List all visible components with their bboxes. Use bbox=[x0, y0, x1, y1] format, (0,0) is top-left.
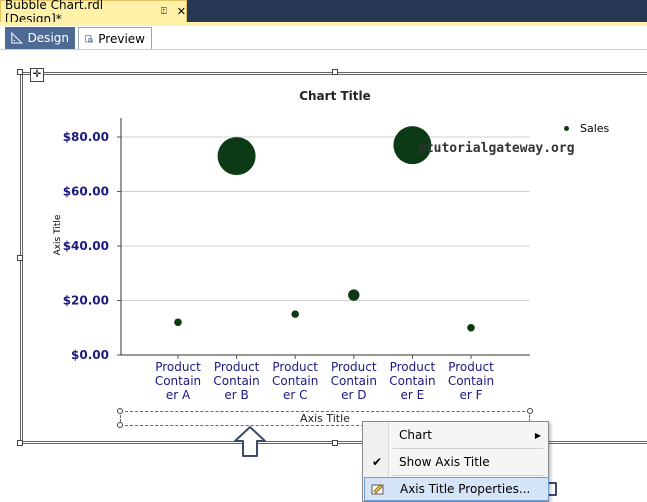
check-icon: ✔ bbox=[371, 455, 383, 469]
y-tick-label: $40.00 bbox=[63, 239, 109, 253]
properties-icon bbox=[370, 481, 386, 497]
data-point-bubble bbox=[291, 310, 300, 318]
watermark-text: @tutorialgateway.org bbox=[418, 141, 575, 156]
menu-item-axis-title-properties[interactable]: Axis Title Properties... bbox=[364, 477, 549, 501]
chart-legend[interactable]: Sales bbox=[564, 122, 609, 135]
resize-handle[interactable] bbox=[117, 408, 123, 414]
data-point-bubble bbox=[174, 318, 182, 327]
x-tick-label: Product Contain er F bbox=[448, 360, 494, 402]
x-tick-label: Product Contain er E bbox=[389, 360, 435, 402]
up-arrow-annotation-icon bbox=[234, 426, 266, 457]
data-point-bubble bbox=[348, 289, 360, 301]
context-menu: Chart ▶ ✔ Show Axis Title Axis Title Pro… bbox=[362, 421, 549, 502]
chart-plot-area[interactable]: $0.00 $20.00 $40.00 $60.00 $80.00 Product Con… bbox=[0, 0, 647, 502]
x-tick-label: Product Contain er A bbox=[155, 360, 201, 402]
menu-separator bbox=[393, 448, 543, 449]
submenu-arrow-icon: ▶ bbox=[534, 430, 541, 440]
data-point-bubble bbox=[467, 323, 475, 332]
y-tick-label: $20.00 bbox=[63, 294, 109, 308]
x-axis-title-label: Axis Title bbox=[300, 412, 350, 425]
y-tick-label: $0.00 bbox=[71, 348, 109, 362]
resize-handle[interactable] bbox=[117, 422, 123, 428]
menu-item-label: Chart bbox=[399, 428, 432, 442]
x-tick-label: Product Contain er B bbox=[213, 360, 259, 402]
legend-label: Sales bbox=[580, 122, 610, 135]
menu-item-label: Axis Title Properties... bbox=[400, 482, 531, 496]
y-tick-label: $60.00 bbox=[63, 185, 109, 199]
y-tick-label: $80.00 bbox=[63, 130, 109, 144]
menu-separator bbox=[393, 475, 543, 476]
legend-marker bbox=[564, 126, 569, 131]
x-tick-label: Product Contain er D bbox=[331, 360, 377, 402]
menu-item-show-axis-title[interactable]: ✔ Show Axis Title bbox=[364, 450, 549, 474]
menu-item-label: Show Axis Title bbox=[399, 455, 490, 469]
data-point-bubble bbox=[217, 137, 256, 176]
menu-item-chart[interactable]: Chart ▶ bbox=[364, 423, 549, 447]
x-tick-label: Product Contain er C bbox=[272, 360, 318, 402]
resize-handle[interactable] bbox=[527, 408, 533, 414]
y-axis-title[interactable]: Axis Title bbox=[53, 205, 63, 265]
